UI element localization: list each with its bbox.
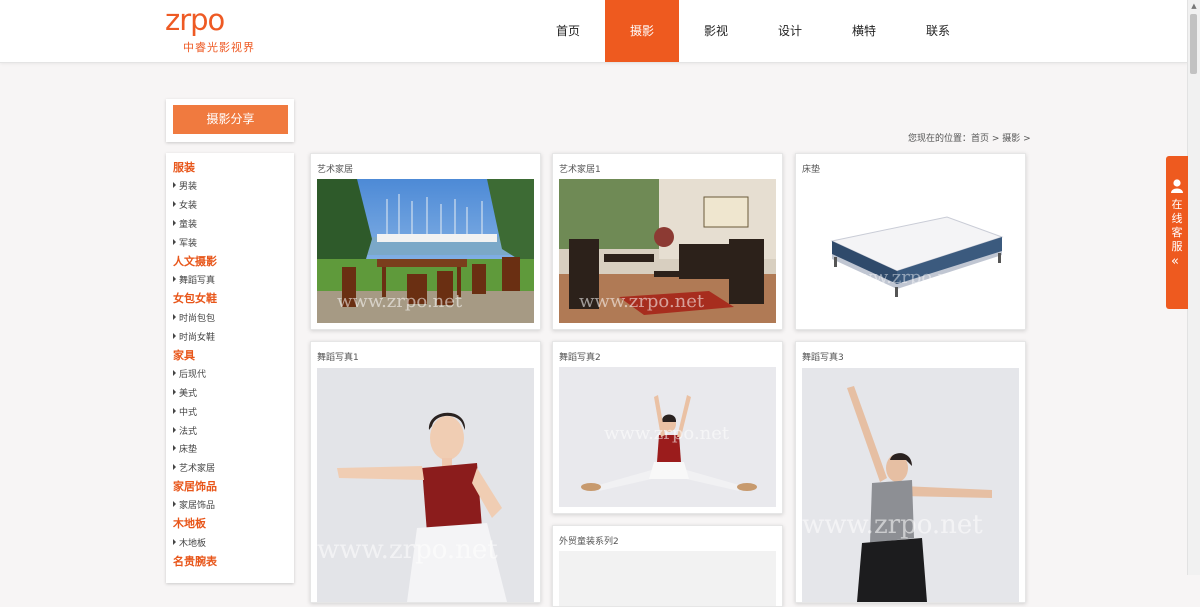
sidebar-category-list: 服装 男装 女装 童装 军装 人文摄影 舞蹈写真 女包女鞋 时尚包包 时尚女鞋 … xyxy=(166,153,294,583)
nav-item-home[interactable]: 首页 xyxy=(531,0,605,62)
sidebar-item-wood-floor[interactable]: 木地板 xyxy=(173,536,206,549)
photo-card[interactable]: 艺术家居 www.zrpo.net xyxy=(310,153,541,330)
sidebar-item-menswear[interactable]: 男装 xyxy=(173,179,197,192)
card-title: 舞蹈写真2 xyxy=(559,353,601,363)
caret-right-icon xyxy=(173,501,176,507)
photo-card[interactable]: 床垫 www.zrpo.net xyxy=(795,153,1026,330)
scroll-up-arrow-icon[interactable]: ▲ xyxy=(1188,0,1200,12)
sidebar-item-art-home[interactable]: 艺术家居 xyxy=(173,461,215,474)
card-photo[interactable] xyxy=(559,551,776,607)
photo-card[interactable]: 舞蹈写真1 www.zrpo.net xyxy=(310,341,541,603)
card-title: 舞蹈写真1 xyxy=(317,353,359,363)
sidebar-item-chinese[interactable]: 中式 xyxy=(173,405,197,418)
logo-text: zrpo xyxy=(165,3,225,37)
card-photo[interactable]: www.zrpo.net xyxy=(559,367,776,507)
sidebar-item-shoes[interactable]: 时尚女鞋 xyxy=(173,330,215,343)
category-humanities[interactable]: 人文摄影 xyxy=(173,253,217,269)
nav-item-design[interactable]: 设计 xyxy=(753,0,827,62)
card-photo[interactable]: www.zrpo.net xyxy=(559,179,776,323)
caret-right-icon xyxy=(173,333,176,339)
card-title: 艺术家居 xyxy=(317,165,354,175)
category-wood-floor[interactable]: 木地板 xyxy=(173,515,206,531)
photo-card[interactable]: 舞蹈写真3 www.zrpo.net xyxy=(795,341,1026,603)
sidebar-item-bags[interactable]: 时尚包包 xyxy=(173,311,215,324)
main-nav: 首页 摄影 影视 设计 横特 联系 xyxy=(531,0,975,62)
sidebar-item-womenswear[interactable]: 女装 xyxy=(173,198,197,211)
photo-card[interactable]: 舞蹈写真2 www.zrpo.net xyxy=(552,341,783,514)
caret-right-icon xyxy=(173,239,176,245)
watermark: www.zrpo.net xyxy=(579,291,705,312)
caret-right-icon xyxy=(173,539,176,545)
scroll-thumb[interactable] xyxy=(1190,14,1197,74)
caret-right-icon xyxy=(173,314,176,320)
caret-right-icon xyxy=(173,389,176,395)
sidebar-item-mattress[interactable]: 床垫 xyxy=(173,442,197,455)
caret-right-icon xyxy=(173,408,176,414)
caret-right-icon xyxy=(173,201,176,207)
category-bags-shoes[interactable]: 女包女鞋 xyxy=(173,290,217,306)
watermark: www.zrpo.net xyxy=(337,291,463,312)
caret-right-icon xyxy=(173,445,176,451)
caret-right-icon xyxy=(173,182,176,188)
sidebar-item-military[interactable]: 军装 xyxy=(173,236,197,249)
category-clothing[interactable]: 服装 xyxy=(173,159,195,175)
card-title: 床垫 xyxy=(802,165,821,175)
category-furniture[interactable]: 家具 xyxy=(173,347,195,363)
card-title: 舞蹈写真3 xyxy=(802,353,844,363)
nav-item-models[interactable]: 横特 xyxy=(827,0,901,62)
page-scrollbar[interactable]: ▲ xyxy=(1187,0,1200,575)
category-home-decor[interactable]: 家居饰品 xyxy=(173,478,217,494)
site-header: zrpo 中睿光影视界 首页 摄影 影视 设计 横特 联系 xyxy=(0,0,1188,63)
double-chevron-left-icon[interactable]: « xyxy=(1171,254,1179,269)
photo-card[interactable]: 外贸童装系列2 xyxy=(552,525,783,607)
site-logo[interactable]: zrpo 中睿光影视界 xyxy=(165,3,269,54)
logo-subtitle: 中睿光影视界 xyxy=(183,41,255,54)
caret-right-icon xyxy=(173,370,176,376)
card-photo[interactable]: www.zrpo.net xyxy=(317,179,534,323)
card-title: 艺术家居1 xyxy=(559,165,601,175)
sidebar-header: 摄影分享 xyxy=(166,99,294,142)
nav-item-photography[interactable]: 摄影 xyxy=(605,0,679,62)
sidebar-item-french[interactable]: 法式 xyxy=(173,424,197,437)
sidebar-item-postmodern[interactable]: 后现代 xyxy=(173,367,206,380)
caret-right-icon xyxy=(173,276,176,282)
sidebar-item-kidswear[interactable]: 童装 xyxy=(173,217,197,230)
watermark: www.zrpo.net xyxy=(604,423,730,444)
sidebar-item-american[interactable]: 美式 xyxy=(173,386,197,399)
caret-right-icon xyxy=(173,427,176,433)
caret-right-icon xyxy=(173,220,176,226)
watermark: www.zrpo.net xyxy=(802,510,983,540)
nav-item-video[interactable]: 影视 xyxy=(679,0,753,62)
nav-item-contact[interactable]: 联系 xyxy=(901,0,975,62)
card-photo[interactable]: www.zrpo.net xyxy=(317,368,534,602)
sidebar-item-home-decor[interactable]: 家居饰品 xyxy=(173,498,215,511)
card-photo[interactable]: www.zrpo.net xyxy=(802,179,1019,323)
watermark: www.zrpo.net xyxy=(317,535,498,565)
sidebar-title-button[interactable]: 摄影分享 xyxy=(173,105,288,134)
breadcrumb: 您现在的位置：首页 > 摄影 > xyxy=(908,134,1031,144)
category-watches[interactable]: 名贵腕表 xyxy=(173,553,217,569)
caret-right-icon xyxy=(173,464,176,470)
sidebar-item-dance[interactable]: 舞蹈写真 xyxy=(173,273,215,286)
photo-card[interactable]: 艺术家居1 www.zrpo.net xyxy=(552,153,783,330)
online-service-tab[interactable]: 在线客服 « xyxy=(1166,156,1188,309)
online-service-label: 在线客服 xyxy=(1171,198,1183,253)
watermark: www.zrpo.net xyxy=(842,267,968,288)
card-photo[interactable]: www.zrpo.net xyxy=(802,368,1019,602)
card-title: 外贸童装系列2 xyxy=(559,537,619,547)
user-icon xyxy=(1171,179,1183,193)
